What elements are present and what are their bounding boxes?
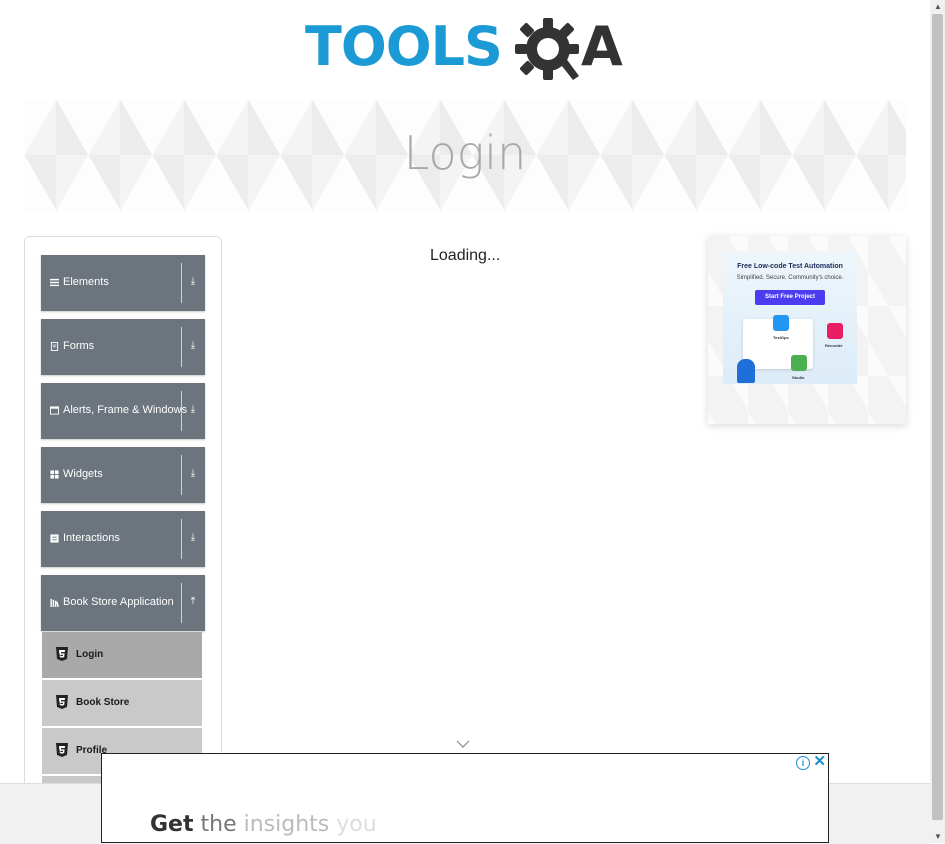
robot-illustration xyxy=(737,359,755,383)
divider xyxy=(181,583,182,623)
toolsqa-logo[interactable]: TOOLS A xyxy=(305,14,630,92)
ad-word: you xyxy=(336,812,377,837)
nav-group-label: Interactions xyxy=(63,532,120,544)
sidebar-item-label: Book Store xyxy=(76,697,130,708)
logo-text-tools: TOOLS xyxy=(305,15,503,78)
html5-icon xyxy=(56,647,68,661)
divider xyxy=(181,455,182,495)
nav-group-forms[interactable]: Forms ⤓ xyxy=(41,319,205,375)
html5-icon xyxy=(56,695,68,709)
expand-arrow-icon[interactable]: ⤓ xyxy=(186,530,200,546)
library-icon xyxy=(50,598,59,607)
ad-close-icon[interactable]: ✕ xyxy=(813,754,826,770)
nav-group-widgets[interactable]: Widgets ⤓ xyxy=(41,447,205,503)
window-icon xyxy=(50,406,59,415)
ad-subtitle: Simplified. Secure. Community's choice. xyxy=(736,275,844,281)
sidebar-item-label: Login xyxy=(76,649,104,660)
page-scrollbar[interactable]: ▲ ▼ xyxy=(930,0,945,843)
nav-group-label: Elements xyxy=(63,276,109,288)
expand-arrow-icon[interactable]: ⤓ xyxy=(186,274,200,290)
loading-text: Loading... xyxy=(430,247,501,264)
left-nav-panel: Elements ⤓ Forms ⤓ Alerts, Frame & Windo… xyxy=(24,236,222,798)
grid-icon xyxy=(50,470,59,479)
studio-icon xyxy=(791,355,807,371)
scroll-down-icon[interactable]: ▼ xyxy=(934,832,942,841)
divider xyxy=(181,391,182,431)
side-ad-banner[interactable]: Free Low-code Test Automation Simplified… xyxy=(723,251,857,384)
bottom-ad-banner[interactable]: Get the insights you i ✕ xyxy=(101,753,829,843)
testops-icon xyxy=(773,315,789,331)
ad-headline: Get the insights you xyxy=(150,812,377,837)
expand-arrow-icon[interactable]: ⤓ xyxy=(186,338,200,354)
ad-word: the xyxy=(200,812,237,837)
nav-group-label: Widgets xyxy=(63,468,103,480)
nav-group-label: Alerts, Frame & Windows xyxy=(63,404,188,416)
expand-arrow-icon[interactable]: ⤓ xyxy=(186,466,200,482)
document-icon xyxy=(50,342,59,351)
start-free-project-button[interactable]: Start Free Project xyxy=(755,290,825,305)
ad-tag-testops: TestOps xyxy=(773,335,789,340)
html5-icon xyxy=(56,743,68,757)
menu-icon xyxy=(50,278,59,287)
nav-group-interactions[interactable]: Interactions ⤓ xyxy=(41,511,205,567)
collapse-arrow-icon[interactable]: ⤒ xyxy=(186,594,200,610)
nav-group-label: Forms xyxy=(63,340,95,352)
nav-group-book-store-application[interactable]: Book Store Application ⤒ xyxy=(41,575,205,631)
scrollbar-thumb[interactable] xyxy=(932,14,943,820)
page-title: Login xyxy=(403,126,527,180)
ad-info-icon[interactable]: i xyxy=(796,756,810,770)
nav-group-label: Book Store Application xyxy=(63,596,174,608)
gear-icon xyxy=(515,18,579,80)
nav-group-elements[interactable]: Elements ⤓ xyxy=(41,255,205,311)
logo-text-a: A xyxy=(581,15,623,78)
square-icon xyxy=(50,534,59,543)
recorder-icon xyxy=(827,323,843,339)
nav-group-alerts-frame-windows[interactable]: Alerts, Frame & Windows ⤓ xyxy=(41,383,205,439)
ad-tag-recorder: Recorder xyxy=(825,343,843,348)
divider xyxy=(181,263,182,303)
side-ad-card[interactable]: Free Low-code Test Automation Simplified… xyxy=(708,236,906,424)
page-banner: Login xyxy=(24,100,906,212)
expand-arrow-icon[interactable]: ⤓ xyxy=(186,402,200,418)
sidebar-item-login[interactable]: Login xyxy=(42,632,202,680)
sidebar-item-book-store[interactable]: Book Store xyxy=(42,680,202,728)
ad-word: insights xyxy=(243,812,330,837)
scroll-up-icon[interactable]: ▲ xyxy=(934,2,942,11)
ad-word: Get xyxy=(150,812,194,837)
divider xyxy=(181,519,182,559)
chevron-down-icon[interactable] xyxy=(455,739,471,749)
ad-title: Free Low-code Test Automation xyxy=(737,263,843,270)
divider xyxy=(181,327,182,367)
ad-tag-studio: Studio xyxy=(792,375,805,380)
